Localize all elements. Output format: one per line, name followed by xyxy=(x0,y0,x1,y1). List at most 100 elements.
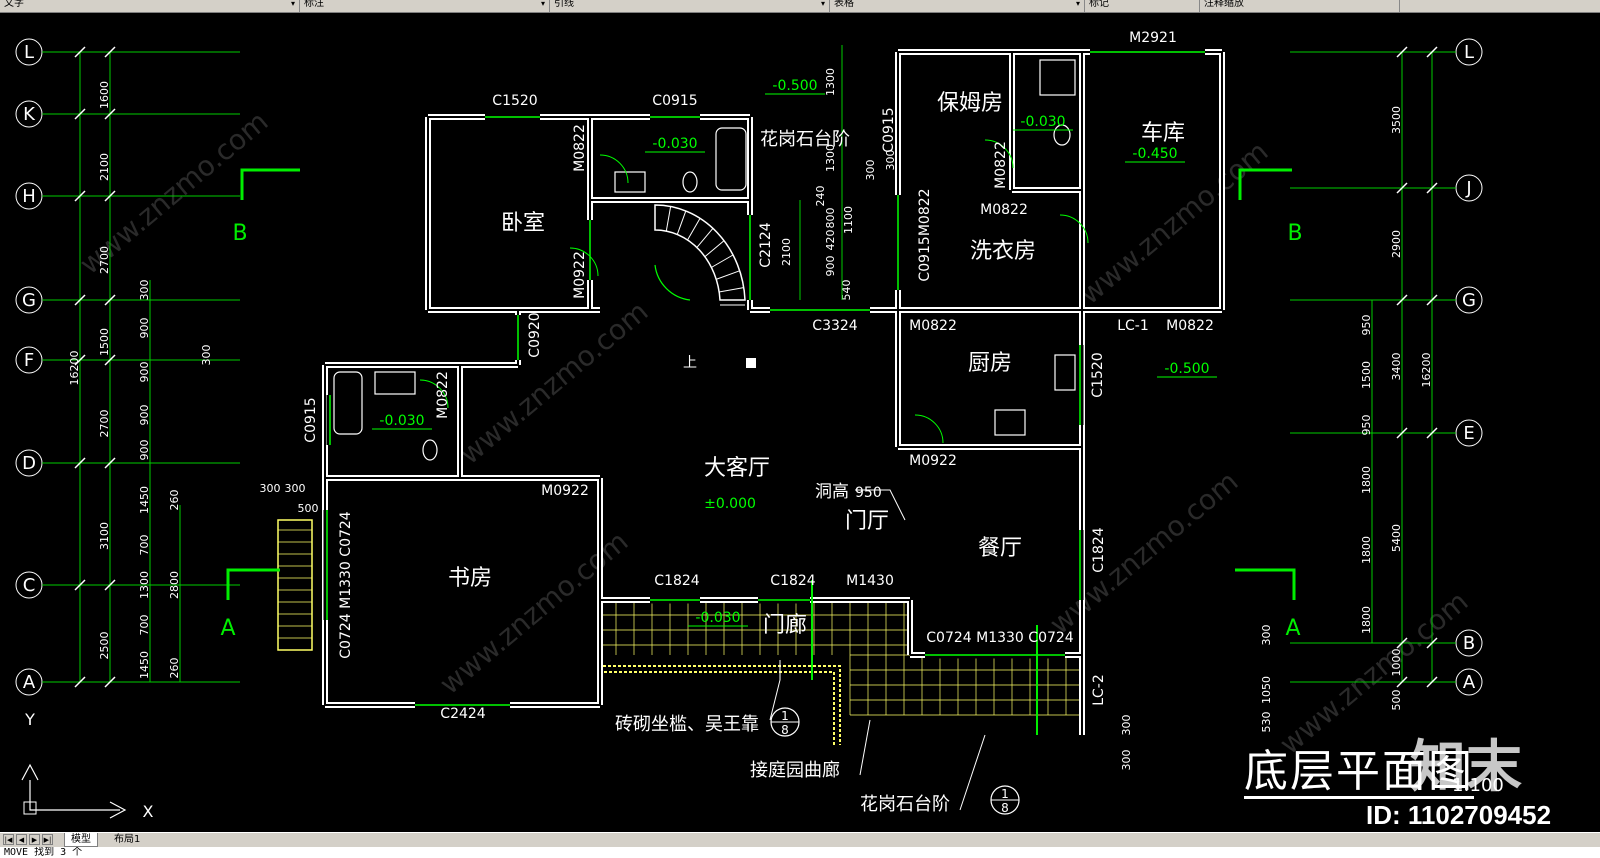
dim-text: 1450 xyxy=(138,651,151,679)
drawing-title: 底层平面图 xyxy=(1244,746,1474,799)
dim-text: 2500 xyxy=(98,632,111,660)
prev-tab-icon[interactable]: ◀ xyxy=(16,834,27,845)
dim-text: 950 xyxy=(1360,315,1373,336)
elevation-label: -0.500 xyxy=(772,78,817,94)
opening-label: C3324 xyxy=(812,318,857,334)
dropdown-arrow-icon[interactable]: ▾ xyxy=(821,0,825,8)
dim-text: 3500 xyxy=(1390,106,1403,134)
dim-text: 1800 xyxy=(1360,536,1373,564)
ribbon-panel-annotation-scale[interactable]: 注释缩放 xyxy=(1200,0,1400,12)
dim-text: 240 xyxy=(814,186,827,207)
ribbon-panel-markup[interactable]: 标记 xyxy=(1085,0,1200,12)
column xyxy=(746,358,756,368)
watermark-site: www.znzmo.com xyxy=(1043,465,1244,641)
dim-text: 1500 xyxy=(98,328,111,356)
room-label: 保姆房 xyxy=(937,91,1003,116)
dim-text: 900 xyxy=(138,362,151,383)
dim-text: 2700 xyxy=(98,410,111,438)
note-label: 花岗石台阶 xyxy=(760,129,850,150)
command-line[interactable]: MOVE 找到 3 个 xyxy=(0,847,1600,858)
step-hatch xyxy=(277,519,313,651)
opening-label: C0724 M1330 C0724 xyxy=(338,511,354,659)
grid-bubble-label: H xyxy=(22,186,36,207)
opening-label: LC-1 xyxy=(1117,318,1149,334)
dim-text: 16200 xyxy=(68,351,81,386)
ucs-arrow xyxy=(21,763,39,781)
elevation-label: -0.030 xyxy=(379,413,424,429)
opening-label: C1520 xyxy=(1090,352,1106,397)
grid-bubble-label: A xyxy=(23,672,36,693)
leader xyxy=(769,660,781,721)
dim-text: 1050 xyxy=(1260,676,1273,704)
next-tab-icon[interactable]: ▶ xyxy=(29,834,40,845)
dropdown-arrow-icon[interactable]: ▾ xyxy=(1076,0,1080,8)
dim-text: 5400 xyxy=(1390,524,1403,552)
watermark-site: www.znzmo.com xyxy=(453,295,654,471)
room-label: 餐厅 xyxy=(978,536,1022,561)
elevation-label: -0.030 xyxy=(1020,114,1065,130)
opening-label: C1824 xyxy=(770,573,815,589)
note-label: 花岗石台阶 xyxy=(860,794,950,815)
opening-label: C0724 M1330 C0724 xyxy=(926,630,1074,646)
dim-text: 500 xyxy=(1390,690,1403,711)
dim-text: 1500 xyxy=(1360,361,1373,389)
note-label: 上 xyxy=(683,355,697,371)
tab-layout1[interactable]: 布局1 xyxy=(108,833,146,847)
ribbon-panel-text[interactable]: 文字 ▾ xyxy=(0,0,300,12)
grid-bubble-label: J xyxy=(1465,178,1471,199)
note-label: 接庭园曲廊 xyxy=(750,760,840,781)
stair-arrow xyxy=(654,264,691,301)
room-label: 大客厅 xyxy=(704,456,770,481)
watermark-id: ID: 1102709452 xyxy=(1366,800,1552,830)
dim-text: 300 xyxy=(200,345,213,366)
opening-label: M0922 xyxy=(572,251,588,299)
grid-bubble-label: G xyxy=(1462,290,1476,311)
dim-text: 3400 xyxy=(1390,353,1403,381)
detail-mark-text: 1 xyxy=(781,709,789,723)
elevation-label: -0.030 xyxy=(695,610,740,626)
dim-text: 300 xyxy=(1120,715,1133,736)
ribbon-panel-table[interactable]: 表格 ▾ xyxy=(830,0,1085,12)
section-label: A xyxy=(220,616,235,641)
dim-text: 900 xyxy=(138,318,151,339)
dim-text: 3100 xyxy=(98,522,111,550)
watermark-site: www.znzmo.com xyxy=(433,525,634,701)
room-label: 书房 xyxy=(448,566,492,591)
ribbon-panel-leader[interactable]: 引线 ▾ xyxy=(550,0,830,12)
dropdown-arrow-icon[interactable]: ▾ xyxy=(541,0,545,8)
drawing-canvas[interactable]: www.znzmo.comwww.znzmo.comwww.znzmo.com w… xyxy=(0,13,1600,831)
stair-tread xyxy=(718,287,744,293)
elevation-label: -0.450 xyxy=(1132,146,1177,162)
first-tab-icon[interactable]: |◀ xyxy=(3,834,14,845)
dropdown-arrow-icon[interactable]: ▾ xyxy=(291,0,295,8)
dim-text: 1450 xyxy=(138,486,151,514)
elevation-label: ±0.000 xyxy=(704,496,756,512)
door-swing xyxy=(914,414,944,444)
dim-text: 2900 xyxy=(1390,230,1403,258)
dim-text: 300 xyxy=(1120,750,1133,771)
dim-text: 2700 xyxy=(98,246,111,274)
elevation-label: -0.500 xyxy=(1164,361,1209,377)
dim-text: 900 xyxy=(824,256,837,277)
opening-label: C1824 xyxy=(654,573,699,589)
dim-text: 1100 xyxy=(842,206,855,234)
bathtub xyxy=(333,371,363,435)
grid-bubble-label: D xyxy=(22,453,36,474)
opening-label: C1520 xyxy=(492,93,537,109)
last-tab-icon[interactable]: ▶| xyxy=(42,834,53,845)
dim-text: 16200 xyxy=(1420,353,1433,388)
dim-text: 530 xyxy=(1260,712,1273,733)
dim-text: 950 xyxy=(1360,415,1373,436)
stair-tread xyxy=(715,270,740,280)
opening-label: C1824 xyxy=(1091,527,1107,572)
dim-text: 2800 xyxy=(168,571,181,599)
ucs-y-label: Y xyxy=(24,710,35,729)
ribbon-panel-dimension[interactable]: 标注 ▾ xyxy=(300,0,550,12)
sink xyxy=(614,171,646,193)
tab-model[interactable]: 模型 xyxy=(64,833,98,847)
room-label: 洗衣房 xyxy=(970,239,1036,264)
drawing-labels: B BA A1818卧室保姆房车库洗衣房厨房大客厅门厅餐厅书房门廊花岗石台阶花岗石台… xyxy=(220,30,1302,815)
stove xyxy=(994,409,1026,436)
opening-label: M0922 xyxy=(909,453,957,469)
dim-text: 260 xyxy=(168,490,181,511)
